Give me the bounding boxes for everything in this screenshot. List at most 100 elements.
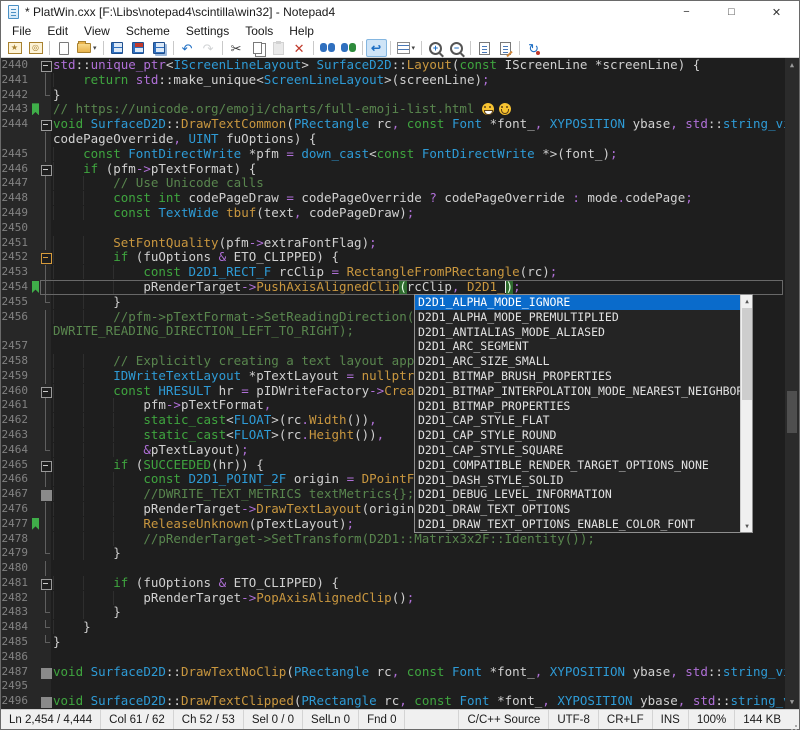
fold-margin[interactable] — [40, 398, 51, 413]
bookmark-margin[interactable] — [32, 443, 40, 458]
line-number[interactable]: 2441 — [1, 73, 32, 88]
code-text[interactable]: if (pfm->pTextFormat) { — [51, 162, 785, 177]
code-text[interactable]: const D2D1_RECT_F rcClip = RectangleFrom… — [51, 265, 785, 280]
fold-margin[interactable] — [40, 679, 51, 694]
maximize-button[interactable]: □ — [709, 1, 754, 23]
autocomplete-item[interactable]: D2D1_ALPHA_MODE_IGNORE — [415, 295, 740, 310]
menu-file[interactable]: File — [4, 23, 39, 39]
toolbar-favorites-button[interactable]: ★ — [4, 39, 25, 57]
line-number[interactable]: 2464 — [1, 443, 32, 458]
toolbar-replace-button[interactable] — [338, 39, 359, 57]
bookmark-margin[interactable] — [32, 532, 40, 547]
fold-marker-icon[interactable] — [40, 58, 51, 73]
fold-marker-icon[interactable] — [40, 487, 51, 502]
line-number[interactable]: 2455 — [1, 295, 32, 310]
autocomplete-item[interactable]: D2D1_CAP_STYLE_FLAT — [415, 413, 740, 428]
toolbar-save-copy-button[interactable] — [149, 39, 170, 57]
bookmark-margin[interactable] — [32, 191, 40, 206]
fold-marker-icon[interactable] — [40, 665, 51, 680]
bookmark-margin[interactable] — [32, 58, 40, 73]
fold-margin[interactable] — [40, 605, 51, 620]
line-number[interactable]: 2460 — [1, 384, 32, 399]
line-number[interactable]: 2440 — [1, 58, 32, 73]
code-text[interactable] — [51, 650, 785, 665]
line-number[interactable] — [1, 132, 32, 147]
bookmark-margin[interactable] — [32, 265, 40, 280]
status-file-size[interactable]: 144 KB — [734, 710, 789, 729]
line-number[interactable]: 2483 — [1, 605, 32, 620]
line-number[interactable]: 2444 — [1, 117, 32, 132]
code-text[interactable]: } — [51, 605, 785, 620]
fold-margin[interactable] — [40, 73, 51, 88]
line-number[interactable]: 2450 — [1, 221, 32, 236]
bookmark-margin[interactable] — [32, 694, 40, 709]
line-number[interactable]: 2479 — [1, 546, 32, 561]
menu-tools[interactable]: Tools — [237, 23, 281, 39]
bookmark-margin[interactable] — [32, 487, 40, 502]
line-number[interactable]: 2454 — [1, 280, 32, 295]
code-text[interactable]: const TextWide tbuf(text, codePageDraw); — [51, 206, 785, 221]
line-number[interactable]: 2445 — [1, 147, 32, 162]
line-number[interactable]: 2446 — [1, 162, 32, 177]
autocomplete-item[interactable]: D2D1_CAP_STYLE_SQUARE — [415, 443, 740, 458]
scroll-down-arrow-icon[interactable]: ▼ — [741, 520, 753, 532]
select-scheme-dropdown-icon[interactable]: ▾ — [412, 44, 416, 52]
line-number[interactable]: 2482 — [1, 591, 32, 606]
autocomplete-item[interactable]: D2D1_BITMAP_BRUSH_PROPERTIES — [415, 369, 740, 384]
toolbar-find-button[interactable] — [317, 39, 338, 57]
bookmark-margin[interactable] — [32, 591, 40, 606]
bookmark-marker-icon[interactable] — [32, 280, 40, 295]
bookmark-margin[interactable] — [32, 324, 40, 339]
line-number[interactable]: 2452 — [1, 250, 32, 265]
autocomplete-item[interactable]: D2D1_ANTIALIAS_MODE_ALIASED — [415, 325, 740, 340]
minimize-button[interactable]: − — [664, 1, 709, 23]
fold-marker-icon[interactable] — [40, 458, 51, 473]
toolbar-zoom-in-button[interactable]: + — [425, 39, 446, 57]
fold-margin[interactable] — [40, 546, 51, 561]
code-text[interactable]: } — [51, 88, 785, 103]
scroll-up-arrow-icon[interactable]: ▲ — [785, 58, 799, 72]
close-button[interactable]: ✕ — [754, 1, 799, 23]
line-number[interactable] — [1, 324, 32, 339]
line-number[interactable]: 2480 — [1, 561, 32, 576]
code-text[interactable]: void SurfaceD2D::DrawTextNoClip(PRectang… — [51, 665, 785, 680]
fold-margin[interactable] — [40, 310, 51, 325]
fold-margin[interactable] — [40, 236, 51, 251]
bookmark-marker-icon[interactable] — [32, 102, 40, 117]
status-overtype[interactable]: INS — [652, 710, 688, 729]
code-text[interactable]: const FontDirectWrite *pfm = down_cast<c… — [51, 147, 785, 162]
toolbar-reload-button[interactable]: ↻ — [523, 39, 544, 57]
bookmark-margin[interactable] — [32, 88, 40, 103]
toolbar-undo-button[interactable]: ↶ — [177, 39, 198, 57]
code-text[interactable]: // https://unicode.org/emoji/charts/full… — [51, 102, 785, 117]
line-number[interactable]: 2481 — [1, 576, 32, 591]
status-zoom[interactable]: 100% — [688, 710, 734, 729]
autocomplete-item[interactable]: D2D1_ARC_SIZE_SMALL — [415, 354, 740, 369]
bookmark-margin[interactable] — [32, 250, 40, 265]
bookmark-margin[interactable] — [32, 295, 40, 310]
autocomplete-item[interactable]: D2D1_DRAW_TEXT_OPTIONS — [415, 502, 740, 517]
fold-margin[interactable] — [40, 413, 51, 428]
bookmark-margin[interactable] — [32, 369, 40, 384]
open-file-dropdown-icon[interactable]: ▾ — [93, 44, 97, 52]
toolbar-save-button[interactable] — [107, 39, 128, 57]
line-number[interactable]: 2478 — [1, 532, 32, 547]
fold-margin[interactable] — [40, 517, 51, 532]
line-number[interactable]: 2462 — [1, 413, 32, 428]
line-number[interactable]: 2461 — [1, 398, 32, 413]
toolbar-delete-button[interactable]: ✕ — [289, 39, 310, 57]
toolbar-cut-button[interactable]: ✂ — [226, 39, 247, 57]
fold-margin[interactable] — [40, 176, 51, 191]
bookmark-margin[interactable] — [32, 147, 40, 162]
bookmark-margin[interactable] — [32, 73, 40, 88]
line-number[interactable]: 2447 — [1, 176, 32, 191]
code-text[interactable]: //pRenderTarget->SetTransform(D2D1::Matr… — [51, 532, 785, 547]
fold-margin[interactable] — [40, 369, 51, 384]
code-text[interactable]: const int codePageDraw = codePageOverrid… — [51, 191, 785, 206]
bookmark-margin[interactable] — [32, 132, 40, 147]
toolbar-copy-button[interactable] — [247, 39, 268, 57]
fold-margin[interactable] — [40, 206, 51, 221]
code-text[interactable]: pRenderTarget->PopAxisAlignedClip(); — [51, 591, 785, 606]
code-text[interactable]: SetFontQuality(pfm->extraFontFlag); — [51, 236, 785, 251]
line-number[interactable]: 2443 — [1, 102, 32, 117]
